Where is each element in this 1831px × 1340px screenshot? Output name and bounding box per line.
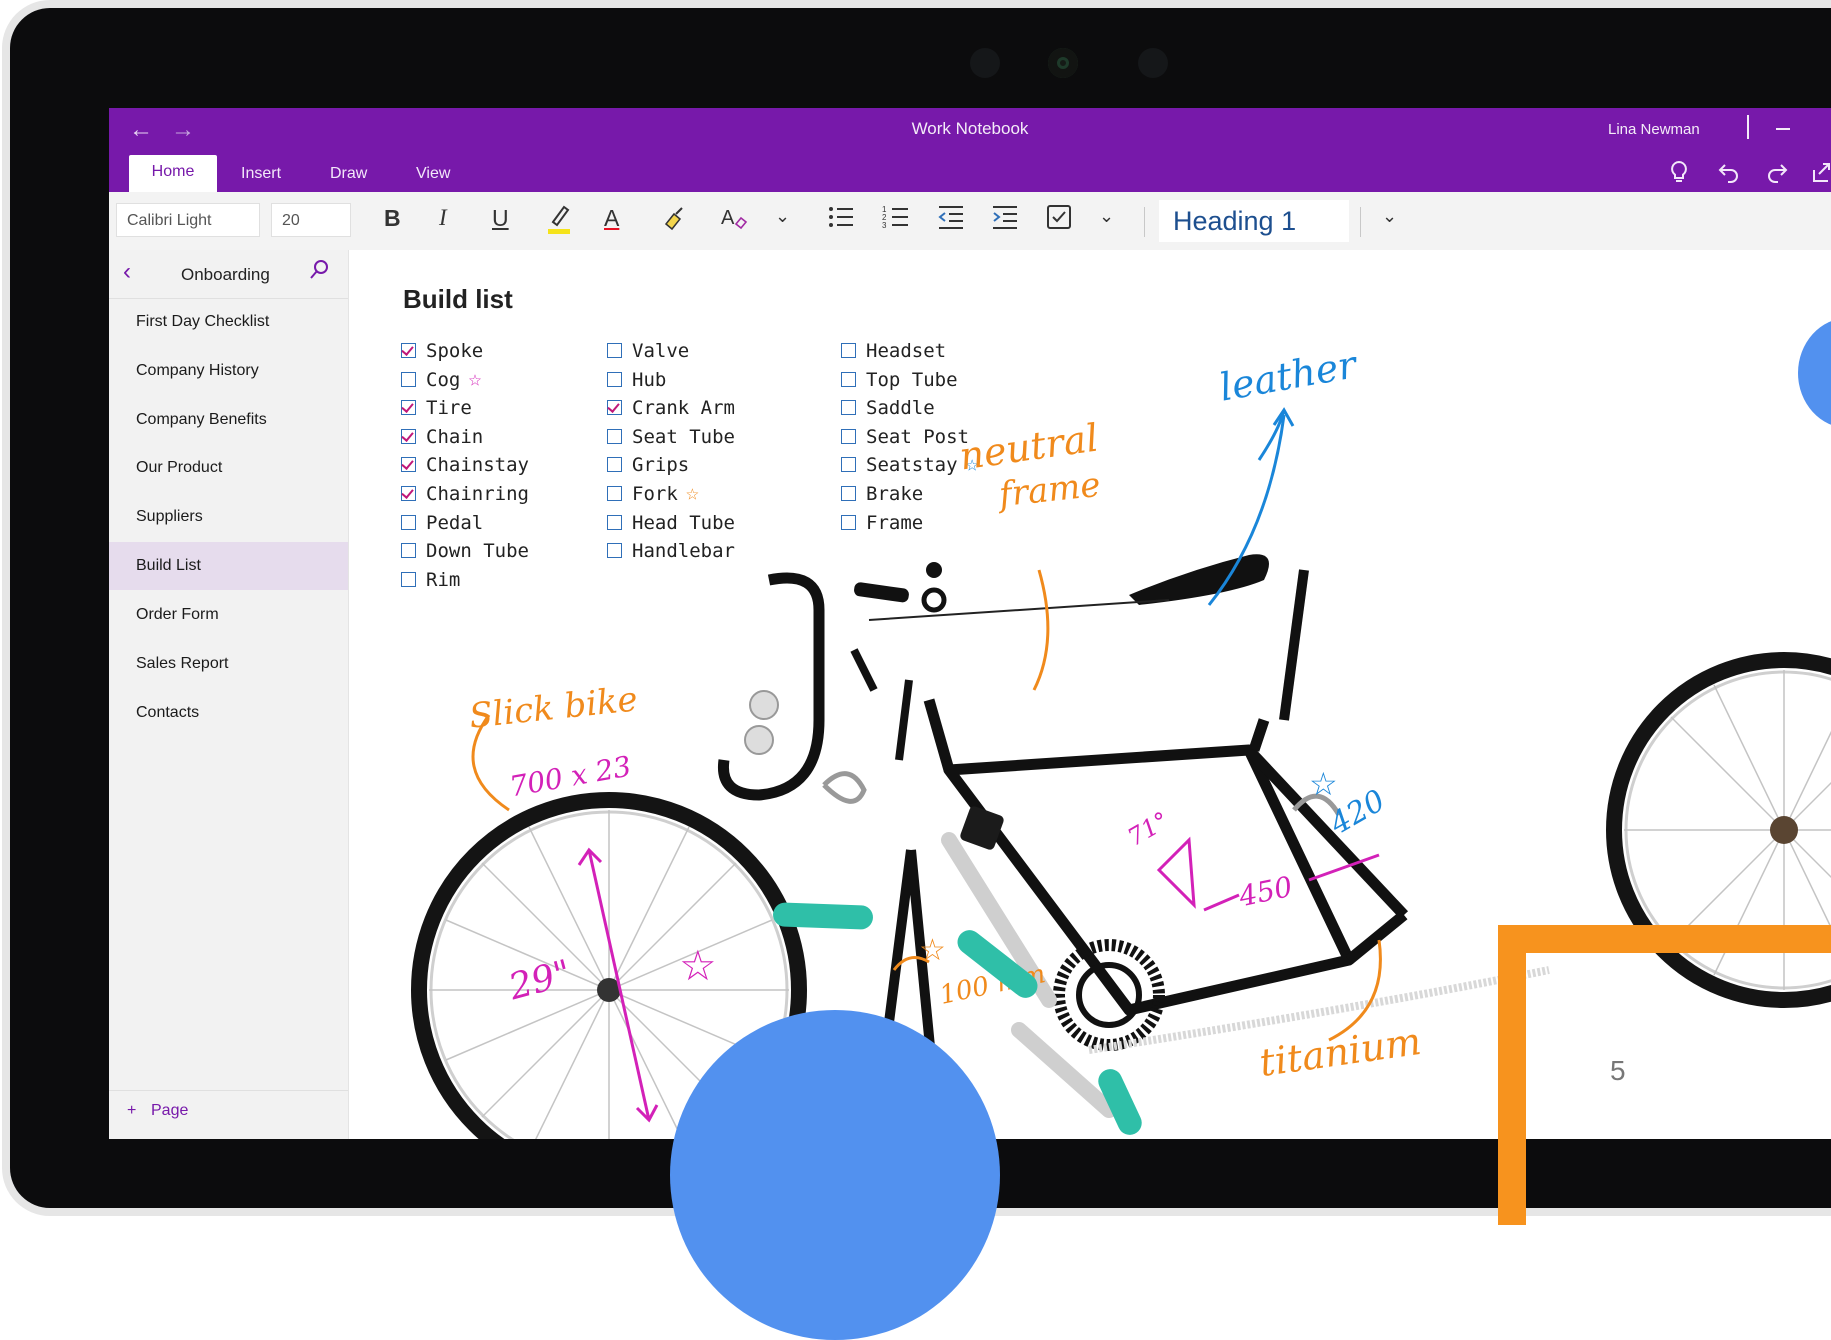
ribbon-separator [1360, 207, 1361, 237]
add-page-label: Page [151, 1102, 189, 1119]
bullet-list-icon[interactable] [827, 202, 855, 238]
camera-lens [1048, 48, 1078, 78]
section-header: ‹ Onboarding [109, 250, 348, 299]
svg-text:3: 3 [882, 221, 887, 230]
lightbulb-icon[interactable] [1669, 160, 1689, 190]
magenta-star-icon: ☆ [679, 942, 717, 989]
bold-button[interactable]: B [384, 205, 401, 232]
title-bar: ← → Work Notebook Lina Newman Home Inser… [109, 108, 1831, 192]
orange-frame-decoration [1498, 925, 1831, 1225]
style-selector[interactable]: Heading 1 [1159, 200, 1349, 242]
tab-draw[interactable]: Draw [330, 165, 367, 183]
numbered-list-icon[interactable]: 123 [882, 202, 910, 238]
highlighter-icon[interactable] [545, 202, 573, 242]
increase-indent-icon[interactable] [991, 202, 1019, 238]
font-size-box[interactable]: 20 [271, 203, 351, 237]
page-item-order-form[interactable]: Order Form [109, 591, 348, 639]
more-formatting-chevron-icon[interactable]: ⌄ [775, 206, 790, 227]
tab-view[interactable]: View [416, 165, 450, 183]
user-name[interactable]: Lina Newman [1608, 121, 1700, 138]
italic-button[interactable]: I [439, 205, 447, 231]
title-separator [1747, 115, 1749, 139]
clear-formatting-icon[interactable]: A [719, 202, 749, 240]
sensor-right [1138, 48, 1168, 78]
minimize-button[interactable] [1776, 128, 1790, 130]
svg-text:A: A [721, 207, 735, 229]
styles-chevron-icon[interactable]: ⌄ [1382, 206, 1397, 227]
page-item-company-history[interactable]: Company History [109, 347, 348, 395]
add-page-button[interactable]: + Page [109, 1090, 348, 1139]
page-item-our-product[interactable]: Our Product [109, 444, 348, 492]
blue-star-icon: ☆ [1309, 766, 1338, 802]
page-item-company-benefits[interactable]: Company Benefits [109, 396, 348, 444]
tab-insert[interactable]: Insert [241, 165, 281, 183]
section-back-icon[interactable]: ‹ [123, 258, 131, 286]
plus-icon: + [127, 1102, 137, 1119]
tab-home[interactable]: Home [129, 155, 217, 192]
search-icon[interactable] [309, 258, 331, 286]
ribbon-separator [1144, 207, 1145, 237]
section-name[interactable]: Onboarding [181, 265, 270, 285]
font-color-button[interactable]: A [604, 205, 619, 232]
decrease-indent-icon[interactable] [937, 202, 965, 238]
page-item-sales-report[interactable]: Sales Report [109, 640, 348, 688]
underline-button[interactable]: U [492, 205, 509, 232]
sensor-left [970, 48, 1000, 78]
todo-tag-icon[interactable] [1045, 202, 1073, 238]
page-item-build-list[interactable]: Build List [109, 542, 348, 590]
page-item-first-day-checklist[interactable]: First Day Checklist [109, 298, 348, 346]
ribbon-toolbar: Calibri Light 20 B I U A A ⌄ 123 ⌄ Headi… [109, 192, 1831, 251]
redo-icon[interactable] [1765, 160, 1789, 190]
more-tags-chevron-icon[interactable]: ⌄ [1099, 206, 1114, 227]
format-painter-icon[interactable] [660, 202, 688, 240]
blue-half-circle-decoration [670, 1010, 1000, 1340]
window-title: Work Notebook [911, 119, 1029, 138]
page-list-pane: ‹ Onboarding First Day Checklist Company… [109, 250, 349, 1139]
page-item-suppliers[interactable]: Suppliers [109, 493, 348, 541]
undo-icon[interactable] [1717, 160, 1741, 190]
page-item-contacts[interactable]: Contacts [109, 689, 348, 737]
share-icon[interactable] [1811, 160, 1831, 190]
font-name-box[interactable]: Calibri Light [116, 203, 260, 237]
teal-dash-decoration [772, 902, 874, 930]
slide-number: 5 [1610, 1055, 1626, 1086]
orange-star-icon: ☆ [919, 934, 946, 967]
